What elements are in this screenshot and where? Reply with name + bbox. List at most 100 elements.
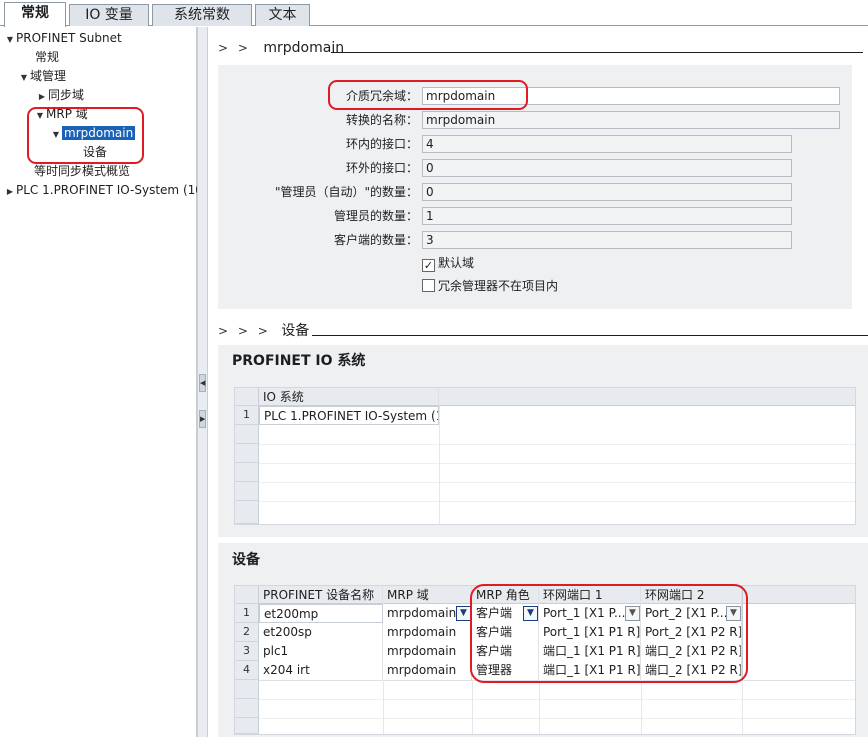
column-divider (641, 680, 642, 734)
ring-port-2-cell[interactable]: 端口_2 [X1 P2 R] (641, 642, 742, 661)
row-divider (259, 699, 855, 700)
row-number (235, 699, 259, 718)
io-system-title: PROFINET IO 系统 (232, 353, 366, 369)
tab-io-tags[interactable]: IO 变量 (69, 4, 149, 26)
dropdown-arrow-icon[interactable]: ▼ (625, 606, 640, 621)
dropdown-arrow-icon[interactable]: ▼ (523, 606, 538, 621)
tree-node-devices[interactable]: 设备 (83, 143, 107, 161)
column-header-mrp-domain[interactable]: MRP 域 (383, 586, 472, 605)
column-header-device-name[interactable]: PROFINET 设备名称 (259, 586, 383, 605)
tree-node-general[interactable]: 常规 (35, 48, 59, 66)
row-number (235, 463, 259, 482)
field-label-clients: 客户端的数量： (333, 233, 418, 247)
tree-node-sync-domain[interactable]: ▶ 同步域 (36, 86, 84, 104)
row-divider (259, 680, 855, 681)
device-name-cell[interactable]: et200mp (259, 604, 383, 623)
section-header-devices[interactable]: > > > 设备 (218, 319, 309, 343)
mrp-role-cell[interactable]: 客户端 (472, 623, 539, 642)
tree-node-profinet-subnet[interactable]: ▼ PROFINET Subnet (4, 29, 122, 47)
tab-texts[interactable]: 文本 (255, 4, 310, 26)
device-name-cell[interactable]: plc1 (259, 642, 383, 661)
column-divider (439, 406, 440, 524)
triple-chevron-icon: > > > (218, 324, 271, 338)
column-divider (472, 680, 473, 734)
row-number[interactable]: 1 (235, 604, 259, 623)
column-header-ring-port-2[interactable]: 环网端口 2 (641, 586, 742, 605)
column-header-io-system[interactable]: IO 系统 (259, 388, 439, 407)
row-number[interactable]: 4 (235, 661, 259, 680)
device-name-cell[interactable]: x204 irt (259, 661, 383, 680)
tab-system-constants[interactable]: 系统常数 (152, 4, 252, 26)
mrp-domain-cell[interactable]: mrpdomain (383, 623, 472, 642)
ring-port-1-cell[interactable]: 端口_1 [X1 P1 R] (539, 642, 641, 661)
devices-table: PROFINET 设备名称 MRP 域 MRP 角色 环网端口 1 环网端口 2… (234, 584, 856, 735)
devices-title: 设备 (232, 552, 260, 568)
expand-down-icon[interactable]: ▼ (34, 107, 46, 125)
expand-right-icon[interactable]: ▶ (36, 88, 48, 106)
tree-node-plc-io-system[interactable]: ▶ PLC 1.PROFINET IO-System (100) (4, 181, 215, 199)
double-chevron-icon: > > (218, 41, 251, 55)
dropdown-arrow-icon[interactable]: ▼ (456, 606, 471, 621)
row-number[interactable]: 1 (235, 406, 259, 425)
row-divider (259, 482, 855, 483)
panel-splitter[interactable]: ◀ ▶ (197, 27, 208, 737)
ring-port-2-cell[interactable]: 端口_2 [X1 P2 R] (641, 661, 742, 680)
expand-down-icon[interactable]: ▼ (50, 126, 62, 144)
column-divider (742, 680, 743, 734)
io-system-table: IO 系统 1 PLC 1.PROFINET IO-System (100) (234, 387, 856, 525)
column-divider (539, 680, 540, 734)
mrp-role-cell[interactable]: 管理器 (472, 661, 539, 680)
tree-node-isochronous-overview[interactable]: 等时同步模式概览 (34, 162, 130, 180)
row-number (235, 501, 259, 524)
column-header-mrp-role[interactable]: MRP 角色 (472, 586, 539, 605)
mrp-domain-panel: 介质冗余域： mrpdomain 转换的名称： mrpdomain 环内的接口：… (218, 65, 852, 309)
row-number[interactable]: 2 (235, 623, 259, 642)
column-divider (742, 586, 743, 680)
outside-interfaces-field: 0 (422, 159, 792, 177)
collapse-left-icon[interactable]: ◀ (199, 374, 206, 392)
properties-content: > > mrpdomain 介质冗余域： mrpdomain 转换的名称： mr… (208, 27, 868, 737)
tree-node-mrpdomain[interactable]: ▼ mrpdomain (50, 124, 136, 144)
row-number (235, 482, 259, 501)
ring-port-1-cell[interactable]: Port_1 [X1 P1 R] (539, 623, 641, 642)
ring-port-1-cell[interactable]: 端口_1 [X1 P1 R] (539, 661, 641, 680)
dropdown-arrow-icon[interactable]: ▼ (726, 606, 741, 621)
row-number (235, 425, 259, 444)
row-divider (259, 444, 855, 445)
ring-port-2-cell[interactable]: Port_2 [X1 P2 R] (641, 623, 742, 642)
mrp-domain-input[interactable]: mrpdomain (422, 87, 840, 105)
default-domain-checkbox[interactable]: ✓ 默认域 (422, 254, 474, 272)
mrp-domain-cell[interactable]: mrpdomain (383, 642, 472, 661)
redundancy-manager-checkbox[interactable]: 冗余管理器不在项目内 (422, 277, 558, 295)
checkbox-empty-icon[interactable] (422, 279, 435, 292)
row-number (235, 680, 259, 699)
section-divider (331, 52, 863, 53)
clients-field: 3 (422, 231, 792, 249)
tree-node-domain-management[interactable]: ▼ 域管理 (18, 67, 66, 85)
mrp-role-cell[interactable]: 客户端 (472, 642, 539, 661)
converted-name-field: mrpdomain (422, 111, 840, 129)
expand-down-icon[interactable]: ▼ (4, 31, 16, 49)
managers-field: 1 (422, 207, 792, 225)
io-system-cell[interactable]: PLC 1.PROFINET IO-System (100) (259, 406, 439, 425)
mrp-domain-cell[interactable]: mrpdomain (383, 661, 472, 680)
expand-right-icon[interactable]: ▶ (199, 410, 206, 428)
column-header-ring-port-1[interactable]: 环网端口 1 (539, 586, 641, 605)
field-label-outside-interfaces: 环外的接口： (345, 161, 418, 175)
selected-node-label: mrpdomain (62, 126, 136, 140)
checkmark-icon[interactable]: ✓ (422, 259, 435, 272)
properties-window: 常规 IO 变量 系统常数 文本 ▼ PROFINET Subnet 常规 ▼ 域管… (0, 0, 868, 737)
tab-general[interactable]: 常规 (4, 2, 66, 27)
row-number (235, 444, 259, 463)
io-system-panel: PROFINET IO 系统 IO 系统 1 PLC 1.PROFINET IO… (218, 345, 868, 537)
section-header-mrpdomain[interactable]: > > mrpdomain (218, 36, 344, 60)
tree-node-mrp-domain[interactable]: ▼ MRP 域 (34, 105, 88, 123)
expand-down-icon[interactable]: ▼ (18, 69, 30, 87)
device-name-cell[interactable]: et200sp (259, 623, 383, 642)
column-divider (383, 680, 384, 734)
tab-bar: 常规 IO 变量 系统常数 文本 (0, 0, 868, 27)
row-number[interactable]: 3 (235, 642, 259, 661)
expand-right-icon[interactable]: ▶ (4, 183, 16, 201)
field-label-managers: 管理员的数量： (333, 209, 418, 223)
field-label-ring-interfaces: 环内的接口： (345, 137, 418, 151)
